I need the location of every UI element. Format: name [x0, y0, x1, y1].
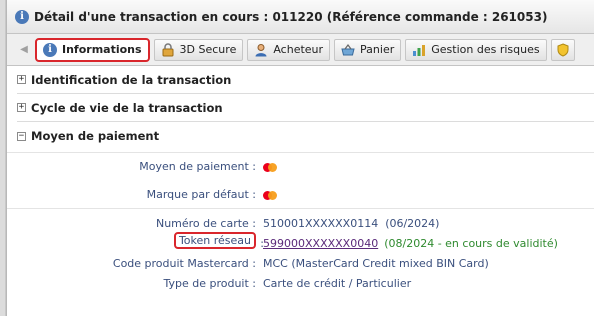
basket-icon — [341, 43, 355, 55]
divider — [7, 152, 594, 153]
tab-acheteur[interactable]: Acheteur — [247, 38, 331, 61]
token-label-wrap: Token réseau : — [173, 232, 264, 250]
info-icon: i — [15, 9, 29, 24]
expand-icon[interactable]: + — [17, 75, 26, 84]
tab-label: Gestion des risques — [431, 43, 540, 56]
tab-label: Acheteur — [273, 43, 324, 56]
section-title: Identification de la transaction — [31, 72, 232, 87]
window-titlebar: i Détail d'une transaction en cours : 01… — [7, 0, 594, 34]
code-label: Code produit Mastercard : — [112, 257, 256, 270]
section-title: Moyen de paiement — [31, 129, 160, 143]
info-icon: i — [43, 42, 57, 57]
tab-next-partial[interactable] — [550, 38, 575, 61]
chart-icon — [413, 44, 426, 56]
shield-icon — [557, 42, 569, 57]
section-cycle-de-vie[interactable]: + Cycle de vie de la transaction — [17, 94, 594, 122]
window-title: Détail d'une transaction en cours : 0112… — [34, 9, 548, 24]
moyen-label: Moyen de paiement : — [139, 160, 256, 173]
user-icon — [255, 43, 267, 56]
tab-informations[interactable]: i Informations — [35, 37, 150, 62]
transaction-detail-window: i Détail d'une transaction en cours : 01… — [6, 0, 594, 316]
divider — [7, 208, 594, 209]
numero-value: 510001XXXXXX0114 (06/2024) — [263, 217, 440, 230]
tab-bar: ◀ i Informations 3D Secure Acheteur Pani… — [7, 34, 594, 66]
token-value-link[interactable]: 599000XXXXXX0040 — [263, 237, 378, 250]
type-value: Carte de crédit / Particulier — [263, 277, 412, 290]
detail-content: + Identification de la transaction + Cyc… — [7, 66, 594, 150]
numero-label: Numéro de carte : — [155, 217, 256, 230]
value — [263, 160, 278, 173]
tab-panier[interactable]: Panier — [334, 38, 402, 61]
tab-label: Panier — [360, 43, 395, 56]
type-label: Type de produit : — [163, 277, 256, 290]
tab-label: 3D Secure — [179, 43, 237, 56]
mastercard-icon — [263, 162, 278, 172]
token-label: Token réseau — [173, 232, 256, 249]
expand-icon[interactable]: + — [17, 103, 26, 112]
section-identification[interactable]: + Identification de la transaction — [17, 66, 594, 94]
lock-icon — [162, 42, 174, 56]
value — [263, 188, 278, 201]
scroll-left-arrow-icon[interactable]: ◀ — [17, 44, 31, 55]
tab-3d-secure[interactable]: 3D Secure — [153, 38, 244, 61]
tab-label: Informations — [62, 43, 142, 56]
tab-gestion-des-risques[interactable]: Gestion des risques — [405, 38, 547, 61]
mastercard-icon — [263, 190, 278, 200]
section-moyen-de-paiement[interactable]: − Moyen de paiement — [17, 122, 594, 150]
value: 599000XXXXXX0040 (08/2024 - en cours de v… — [263, 237, 558, 250]
marque-label: Marque par défaut : — [146, 188, 256, 201]
code-value: MCC (MasterCard Credit mixed BIN Card) — [263, 257, 489, 270]
section-title: Cycle de vie de la transaction — [31, 100, 223, 115]
collapse-icon[interactable]: − — [17, 131, 26, 141]
token-validity: (08/2024 - en cours de validité) — [384, 237, 558, 250]
